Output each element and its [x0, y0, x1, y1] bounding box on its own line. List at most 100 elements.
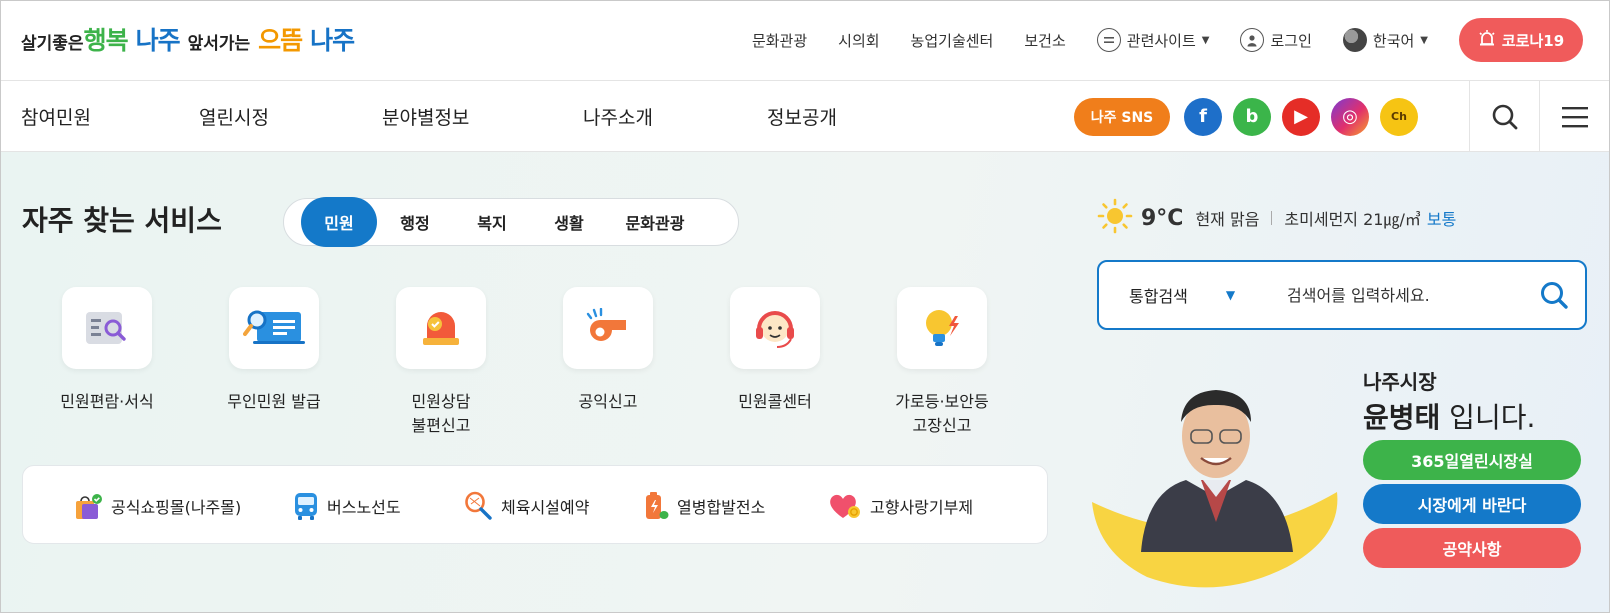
mayor-name-suffix: 입니다. [1440, 401, 1536, 434]
document-search-icon [62, 287, 152, 369]
top-header: 살기좋은 행복 나주 앞서가는 으뜸 나주 문화관광 시의회 농업기술센터 보건… [1, 1, 1609, 81]
equals-icon [1096, 28, 1121, 52]
service-item-public-report[interactable]: 공익신고 [523, 287, 693, 414]
headset-icon [730, 287, 820, 369]
weather-condition: 현재 맑음 [1195, 210, 1260, 229]
related-sites-dropdown[interactable]: 관련사이트 ▼ [1096, 28, 1210, 52]
temperature: 9°C [1141, 205, 1184, 231]
nav-icon-group [1469, 81, 1609, 152]
mayor-name-bold: 윤병태 [1363, 401, 1441, 434]
gnb-menu: 참여민원 열린시정 분야별정보 나주소개 정보공개 [21, 81, 887, 152]
services-title-bold: 서비스 [144, 204, 222, 237]
service-item-consult[interactable]: 민원상담 불편신고 [356, 287, 526, 438]
logo-text-2: 행복 [83, 26, 129, 55]
logo-text-6: 나주 [310, 26, 355, 55]
quick-link-hometown-donation[interactable]: 고향사랑기부제 [828, 466, 973, 545]
logo-text-3: 나주 [135, 26, 181, 55]
service-label: 민원상담 불편신고 [412, 390, 471, 438]
language-dropdown[interactable]: 한국어 ▼ [1342, 28, 1428, 52]
quick-link-label: 열병합발전소 [677, 497, 766, 517]
login-link[interactable]: 로그인 [1240, 28, 1312, 52]
util-link-council[interactable]: 시의회 [838, 30, 879, 51]
pledges-button[interactable]: 공약사항 [1363, 528, 1581, 568]
logo-text-1: 살기좋은 [21, 34, 84, 54]
quick-link-power-plant[interactable]: 열병합발전소 [643, 466, 765, 545]
logo-text-4: 앞서가는 [187, 34, 251, 54]
page-frame: 살기좋은 행복 나주 앞서가는 으뜸 나주 문화관광 시의회 농업기술센터 보건… [0, 0, 1610, 613]
search-input[interactable] [1287, 276, 1517, 314]
utility-nav: 문화관광 시의회 농업기술센터 보건소 관련사이트 ▼ 로그인 한국어 ▼ 코로… [752, 17, 1583, 63]
youtube-icon[interactable]: ▶ [1282, 97, 1320, 136]
heart-coin-icon [828, 491, 862, 521]
instagram-icon[interactable]: ◎ [1331, 97, 1369, 136]
gnb-item-info-disclosure[interactable]: 정보공개 [767, 103, 887, 130]
service-label-line1: 민원상담 [411, 392, 471, 411]
quick-links-bar: 공식쇼핑몰(나주몰) 버스노선도 체육시설예약 열병합발전소 고향사랑기부제 [22, 465, 1048, 544]
facebook-icon[interactable]: f [1184, 97, 1222, 136]
search-scope-label: 통합검색 [1129, 287, 1188, 306]
divider [1271, 211, 1273, 225]
user-icon [1240, 28, 1265, 52]
login-label: 로그인 [1270, 31, 1312, 50]
corona-button[interactable]: 코로나19 [1459, 18, 1583, 62]
search-icon[interactable] [1469, 81, 1539, 152]
whistle-icon [563, 287, 653, 369]
blog-icon[interactable]: b [1233, 97, 1271, 136]
service-grid: 민원편람·서식 무인민원 발급 민원상담 불편신고 공익신고 민원콜센터 가로등… [22, 287, 1022, 447]
siren-icon [1478, 30, 1496, 50]
tab-culture-tour[interactable]: 문화관광 [607, 197, 703, 247]
kiosk-icon [229, 287, 319, 369]
util-link-culture[interactable]: 문화관광 [752, 30, 807, 51]
search-scope-select[interactable]: 통합검색 ▼ [1129, 262, 1235, 328]
related-sites-label: 관련사이트 [1126, 31, 1196, 50]
quick-link-sports-facility[interactable]: 체육시설예약 [463, 466, 589, 545]
gnb-item-field-info[interactable]: 분야별정보 [382, 103, 583, 130]
hamburger-menu-icon[interactable] [1539, 81, 1609, 152]
gnb-item-participation[interactable]: 참여민원 [21, 103, 199, 130]
main-content: 자주 찾는 서비스 민원 행정 복지 생활 문화관광 민원편람·서식 무인민원 … [1, 152, 1609, 612]
service-label: 민원편람·서식 [60, 392, 154, 411]
services-title-normal: 자주 찾는 [22, 204, 135, 237]
services-title: 자주 찾는 서비스 [22, 199, 222, 239]
mayor-section: 나주시장 윤병태 입니다. 365일열린시장실 시장에게 바란다 공약사항 [1087, 352, 1607, 612]
sun-icon [1097, 198, 1133, 238]
quick-link-shopping-mall[interactable]: 공식쇼핑몰(나주몰) [73, 466, 241, 545]
main-nav: 참여민원 열린시정 분야별정보 나주소개 정보공개 나주 SNS f b ▶ ◎… [1, 81, 1609, 152]
service-tabs: 민원 행정 복지 생활 문화관광 [283, 197, 739, 247]
kakao-channel-icon[interactable]: Ch [1380, 97, 1418, 136]
racket-icon [463, 491, 493, 521]
service-label-line1: 가로등·보안등 [895, 392, 989, 411]
quick-link-label: 버스노선도 [327, 497, 401, 517]
mayor-name: 윤병태 입니다. [1363, 396, 1535, 436]
logo-text-5: 으뜸 [258, 26, 303, 55]
quick-link-label: 공식쇼핑몰(나주몰) [111, 497, 242, 517]
request-to-mayor-button[interactable]: 시장에게 바란다 [1363, 484, 1581, 524]
mayor-photo [1141, 390, 1293, 552]
gnb-item-about-naju[interactable]: 나주소개 [583, 103, 767, 130]
search-submit-icon[interactable] [1537, 278, 1571, 312]
service-item-handbook[interactable]: 민원편람·서식 [22, 287, 192, 414]
service-item-streetlight[interactable]: 가로등·보안등 고장신고 [857, 287, 1027, 438]
util-link-health-center[interactable]: 보건소 [1024, 30, 1065, 51]
battery-icon [643, 491, 669, 521]
quick-link-bus-route[interactable]: 버스노선도 [293, 466, 401, 545]
gnb-item-open-admin[interactable]: 열린시정 [199, 103, 382, 130]
language-label: 한국어 [1372, 31, 1415, 50]
caret-down-icon: ▼ [1420, 34, 1428, 46]
integrated-search: 통합검색 ▼ [1097, 260, 1587, 330]
caret-down-icon: ▼ [1201, 34, 1210, 46]
tab-admin[interactable]: 행정 [377, 197, 453, 247]
tab-life[interactable]: 생활 [531, 197, 607, 247]
open-mayor-office-button[interactable]: 365일열린시장실 [1363, 440, 1581, 480]
site-logo[interactable]: 살기좋은 행복 나주 앞서가는 으뜸 나주 [21, 23, 355, 57]
tab-civil[interactable]: 민원 [301, 197, 377, 247]
tab-welfare[interactable]: 복지 [453, 197, 531, 247]
dust-grade: 보통 [1426, 210, 1457, 229]
service-item-unmanned[interactable]: 무인민원 발급 [189, 287, 359, 414]
mayor-role: 나주시장 [1363, 370, 1437, 394]
service-item-callcenter[interactable]: 민원콜센터 [690, 287, 860, 414]
globe-icon [1342, 28, 1367, 52]
util-link-agri-center[interactable]: 농업기술센터 [911, 30, 994, 51]
alarm-light-icon [396, 287, 486, 369]
weather-widget: 9°C 현재 맑음 초미세먼지 21㎍/㎥ 보통 [1097, 198, 1457, 234]
